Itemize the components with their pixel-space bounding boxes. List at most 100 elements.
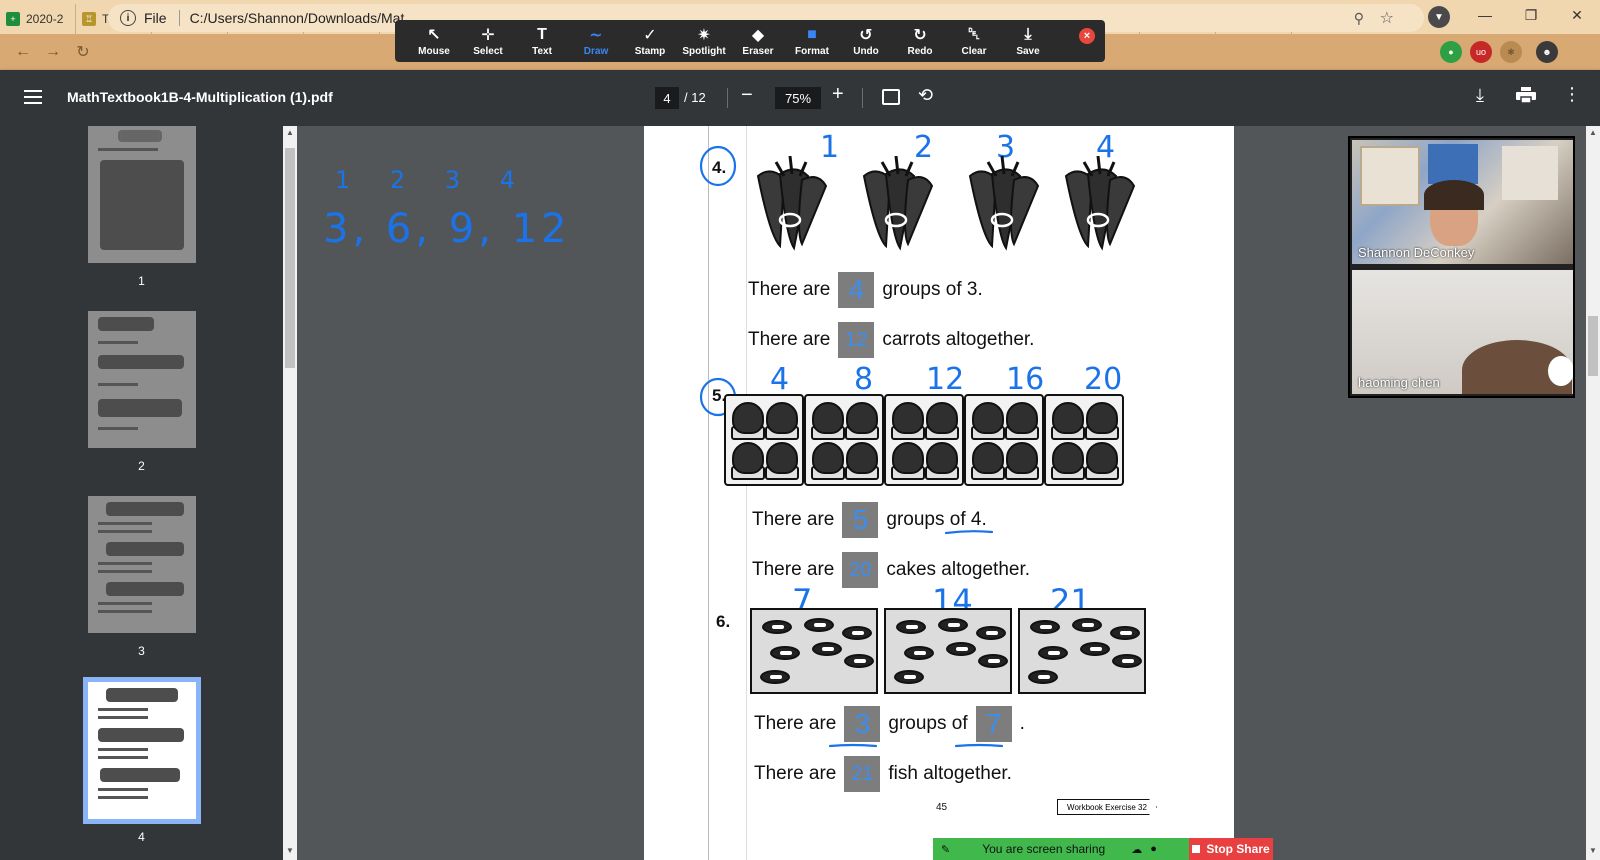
thumb-graphic bbox=[98, 708, 148, 711]
scroll-down-arrow-icon[interactable]: ▼ bbox=[286, 846, 294, 855]
zoom-input[interactable]: 75% bbox=[775, 87, 821, 109]
tab-search-icon[interactable]: ▼ bbox=[1428, 6, 1450, 28]
zoom-in-icon[interactable]: + bbox=[832, 83, 844, 106]
fish-graphic bbox=[1028, 670, 1058, 684]
download-icon[interactable]: ⤓ bbox=[1476, 85, 1484, 106]
thumb-graphic bbox=[98, 317, 154, 331]
annotation-tool-undo[interactable]: ↺ Undo bbox=[839, 25, 893, 57]
participant-video-2[interactable]: haoming chen bbox=[1352, 270, 1573, 394]
carrot-bunch-graphic bbox=[862, 156, 934, 251]
share-cloud-icon: ☁ bbox=[1131, 843, 1143, 856]
annotation-tool-label: Save bbox=[1016, 46, 1040, 57]
main-scroll-thumb[interactable] bbox=[1588, 316, 1598, 376]
fish-graphic bbox=[1038, 646, 1068, 660]
annotation-tool-label: Text bbox=[532, 46, 552, 57]
page-number-input[interactable]: 4 bbox=[655, 87, 679, 109]
annotation-tool-select[interactable]: ✛ Select bbox=[461, 25, 515, 57]
select-icon: ✛ bbox=[481, 27, 495, 44]
thumb-graphic bbox=[98, 756, 148, 759]
thumb-graphic bbox=[98, 427, 138, 430]
fish-graphic bbox=[844, 654, 874, 668]
cupcake-graphic bbox=[1052, 442, 1084, 474]
annotation-tool-label: Eraser bbox=[742, 46, 774, 57]
thumb-graphic bbox=[98, 610, 152, 613]
thumbnail-page-1[interactable] bbox=[88, 126, 196, 263]
thumbnail-page-3[interactable] bbox=[88, 496, 196, 633]
annotation-tool-redo[interactable]: ↻ Redo bbox=[893, 25, 947, 57]
annotation-tool-stamp[interactable]: ✓ Stamp bbox=[623, 25, 677, 57]
fit-page-icon[interactable] bbox=[882, 89, 900, 105]
q6-size-answer-box[interactable]: 7 bbox=[975, 706, 1012, 742]
annotation-tool-spotlight[interactable]: ✷ Spotlight bbox=[677, 25, 731, 57]
reload-icon[interactable]: ↻ bbox=[68, 42, 98, 62]
thumb-graphic bbox=[98, 522, 152, 525]
cupcake-graphic bbox=[732, 442, 764, 474]
profile-avatar[interactable]: ☻ bbox=[1536, 41, 1558, 63]
forward-icon[interactable]: → bbox=[38, 43, 68, 61]
scroll-up-arrow-icon[interactable]: ▲ bbox=[1589, 128, 1597, 137]
rotate-icon[interactable]: ⟲ bbox=[918, 85, 933, 106]
print-icon[interactable] bbox=[1516, 87, 1536, 103]
extension-ublock-icon[interactable]: uo bbox=[1470, 41, 1492, 63]
sidebar-scrollbar[interactable]: ▲ ▼ bbox=[283, 126, 297, 860]
minimize-icon[interactable]: — bbox=[1462, 0, 1508, 30]
q4-groups-answer-box[interactable]: 4 bbox=[838, 272, 875, 308]
cupcake-graphic bbox=[1052, 402, 1084, 434]
participant-video-1[interactable]: Shannon DeConkey bbox=[1352, 140, 1573, 264]
ink-underline-q6-size bbox=[954, 743, 1004, 748]
stop-share-button[interactable]: Stop Share bbox=[1189, 838, 1273, 860]
cupcake-graphic bbox=[972, 402, 1004, 434]
annotation-tool-mouse[interactable]: ↖ Mouse bbox=[407, 25, 461, 57]
q4-total-answer-box[interactable]: 12 bbox=[838, 322, 875, 358]
thumbnail-label: 3 bbox=[138, 644, 145, 658]
annotation-tool-text[interactable]: T Text bbox=[515, 25, 569, 57]
annotation-tool-draw[interactable]: ∼ Draw bbox=[569, 25, 623, 57]
thumb-graphic bbox=[106, 502, 184, 516]
fish-graphic bbox=[946, 642, 976, 656]
q5-groups-answer-box[interactable]: 5 bbox=[842, 502, 879, 538]
zoom-lens-icon[interactable]: ⚲ bbox=[1354, 10, 1364, 27]
bookmark-star-icon[interactable]: ☆ bbox=[1380, 8, 1394, 28]
sidebar-scroll-thumb[interactable] bbox=[285, 148, 295, 368]
browser-tab[interactable]: +2020-2 bbox=[0, 4, 76, 34]
menu-icon[interactable] bbox=[24, 90, 42, 104]
scroll-up-arrow-icon[interactable]: ▲ bbox=[286, 128, 294, 137]
annotation-tool-format[interactable]: ■ Format bbox=[785, 25, 839, 57]
clear-icon: ␡ bbox=[967, 26, 981, 43]
q6-line2-suffix: fish altogether. bbox=[888, 763, 1012, 784]
participant-name-2: haoming chen bbox=[1358, 375, 1440, 390]
thumb-graphic bbox=[98, 570, 152, 573]
restore-icon[interactable]: ❐ bbox=[1508, 0, 1554, 30]
annotation-tool-eraser[interactable]: ◆ Eraser bbox=[731, 25, 785, 57]
thumb-graphic bbox=[98, 148, 158, 151]
cupcake-graphic bbox=[926, 402, 958, 434]
screen-sharing-status[interactable]: ✎ You are screen sharing ☁ ● bbox=[933, 838, 1189, 860]
q6-groups-answer-box[interactable]: 3 bbox=[844, 706, 881, 742]
fish-tank bbox=[750, 608, 878, 694]
scroll-down-arrow-icon[interactable]: ▼ bbox=[1589, 846, 1597, 855]
main-scrollbar[interactable]: ▲ ▼ bbox=[1586, 126, 1600, 860]
fish-graphic bbox=[1110, 626, 1140, 640]
annotation-tool-save[interactable]: ⤓ Save bbox=[1001, 25, 1055, 57]
back-icon[interactable]: ← bbox=[8, 43, 38, 61]
fish-graphic bbox=[896, 620, 926, 634]
page-margin-line bbox=[746, 126, 747, 860]
q5-total-answer-box[interactable]: 20 bbox=[842, 552, 879, 588]
annotation-tool-label: Format bbox=[795, 46, 829, 57]
address-scheme: File bbox=[144, 10, 167, 26]
annotation-tool-clear[interactable]: ␡ Clear bbox=[947, 25, 1001, 57]
zoom-out-icon[interactable]: − bbox=[741, 84, 753, 107]
info-icon[interactable]: i bbox=[120, 10, 136, 26]
more-options-icon[interactable]: ⋮ bbox=[1563, 84, 1581, 105]
fish-graphic bbox=[894, 670, 924, 684]
thumbnail-page-4[interactable] bbox=[83, 677, 201, 824]
screen-share-banner: ✎ You are screen sharing ☁ ● Stop Share bbox=[933, 838, 1273, 860]
annotation-close-button[interactable]: × bbox=[1079, 28, 1095, 44]
extension-evernote-icon[interactable]: ● bbox=[1440, 41, 1462, 63]
annotation-tool-label: Mouse bbox=[418, 46, 450, 57]
close-window-icon[interactable]: ✕ bbox=[1554, 0, 1600, 30]
extensions-puzzle-icon[interactable]: ✱ bbox=[1500, 41, 1522, 63]
thumbnail-page-2[interactable] bbox=[88, 311, 196, 448]
q6-total-answer-box[interactable]: 21 bbox=[844, 756, 881, 792]
ink-count-label: 20 bbox=[1084, 362, 1123, 397]
